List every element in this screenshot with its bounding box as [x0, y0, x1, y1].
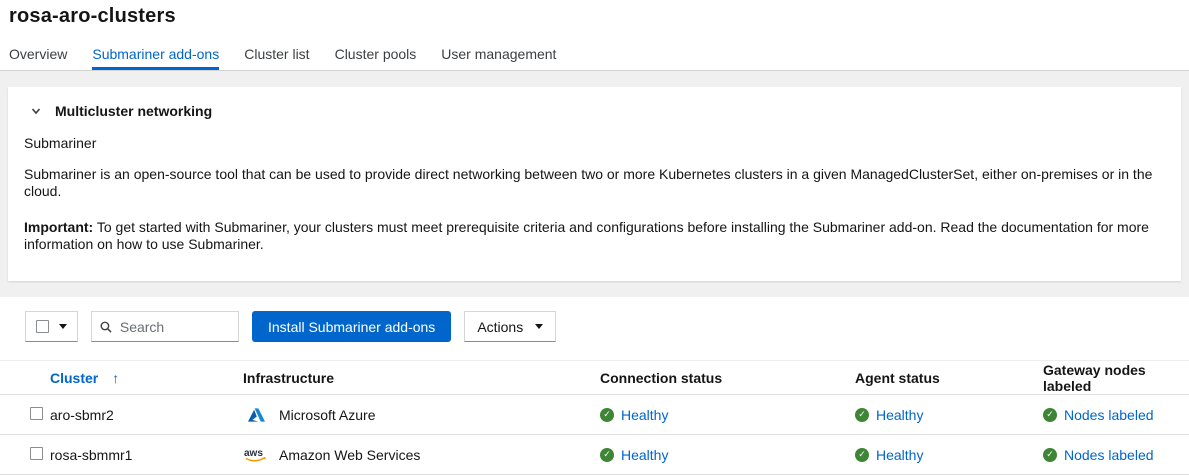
column-header-cluster[interactable]: Cluster↑ — [50, 361, 243, 395]
connection-status-link[interactable]: ✓Healthy — [600, 407, 847, 423]
aws-icon: aws — [243, 446, 269, 463]
agent-status-link[interactable]: ✓Healthy — [855, 447, 1035, 463]
infrastructure-cell: aws Amazon Web Services — [243, 446, 592, 463]
sort-ascending-icon[interactable]: ↑ — [112, 370, 119, 386]
expander-title: Multicluster networking — [55, 103, 212, 119]
install-submariner-add-ons-button[interactable]: Install Submariner add-ons — [252, 311, 451, 342]
table-row: rosa-sbmmr1 aws Amazon Web Services ✓Hea… — [0, 435, 1189, 475]
cluster-name: aro-sbmr2 — [50, 395, 243, 435]
search-icon — [100, 320, 112, 334]
check-circle-icon: ✓ — [1043, 408, 1057, 422]
bulk-select-checkbox[interactable] — [36, 320, 49, 333]
search-input[interactable] — [120, 319, 230, 335]
table-row: aro-sbmr2 Microsoft Azure ✓Healthy ✓Heal… — [0, 395, 1189, 435]
important-text: To get started with Submariner, your clu… — [24, 219, 1149, 252]
search-box — [91, 311, 239, 342]
page-header: rosa-aro-clusters — [0, 0, 1189, 40]
check-circle-icon: ✓ — [600, 408, 614, 422]
infrastructure-label: Microsoft Azure — [279, 407, 375, 423]
actions-menu-toggle[interactable]: Actions — [464, 311, 556, 342]
tab-submariner-add-ons[interactable]: Submariner add-ons — [92, 40, 219, 70]
cluster-name: rosa-sbmmr1 — [50, 435, 243, 475]
connection-status-link[interactable]: ✓Healthy — [600, 447, 847, 463]
important-note: Important: To get started with Submarine… — [24, 219, 1165, 253]
tab-user-management[interactable]: User management — [441, 40, 556, 70]
row-checkbox[interactable] — [30, 407, 43, 420]
check-circle-icon: ✓ — [1043, 448, 1057, 462]
tab-overview[interactable]: Overview — [9, 40, 67, 70]
chevron-down-icon — [31, 106, 41, 116]
column-header-agent-status: Agent status — [855, 361, 1043, 395]
column-header-connection-status: Connection status — [600, 361, 855, 395]
submariner-subtitle: Submariner — [24, 135, 1165, 151]
column-header-gateway-nodes-labeled: Gateway nodes labeled — [1043, 361, 1189, 395]
header-checkbox-spacer — [0, 361, 50, 395]
infrastructure-cell: Microsoft Azure — [243, 407, 592, 423]
check-circle-icon: ✓ — [600, 448, 614, 462]
submariner-description: Submariner is an open-source tool that c… — [24, 166, 1165, 200]
check-circle-icon: ✓ — [855, 408, 869, 422]
table-toolbar: Install Submariner add-ons Actions — [0, 297, 1189, 354]
tab-cluster-list[interactable]: Cluster list — [244, 40, 309, 70]
actions-label: Actions — [477, 319, 523, 335]
azure-icon — [243, 408, 269, 422]
multicluster-networking-card: Multicluster networking Submariner Subma… — [8, 87, 1181, 281]
submariner-table-section: Install Submariner add-ons Actions Clust… — [0, 297, 1189, 475]
caret-down-icon — [535, 324, 543, 329]
tab-cluster-pools[interactable]: Cluster pools — [335, 40, 417, 70]
gateway-nodes-link[interactable]: ✓Nodes labeled — [1043, 407, 1181, 423]
submariner-clusters-table: Cluster↑ Infrastructure Connection statu… — [0, 360, 1189, 475]
important-label: Important: — [24, 219, 93, 235]
svg-text:aws: aws — [244, 448, 263, 459]
content-background: Multicluster networking Submariner Subma… — [0, 71, 1189, 297]
multicluster-networking-expander[interactable]: Multicluster networking — [24, 103, 1165, 119]
table-header-row: Cluster↑ Infrastructure Connection statu… — [0, 361, 1189, 395]
bulk-select-dropdown[interactable] — [25, 311, 78, 342]
page-title: rosa-aro-clusters — [9, 5, 1189, 28]
row-checkbox[interactable] — [30, 447, 43, 460]
gateway-nodes-link[interactable]: ✓Nodes labeled — [1043, 447, 1181, 463]
check-circle-icon: ✓ — [855, 448, 869, 462]
caret-down-icon — [59, 324, 67, 329]
infrastructure-label: Amazon Web Services — [279, 447, 420, 463]
tab-bar: Overview Submariner add-ons Cluster list… — [0, 40, 1189, 71]
column-header-infrastructure: Infrastructure — [243, 361, 600, 395]
agent-status-link[interactable]: ✓Healthy — [855, 407, 1035, 423]
